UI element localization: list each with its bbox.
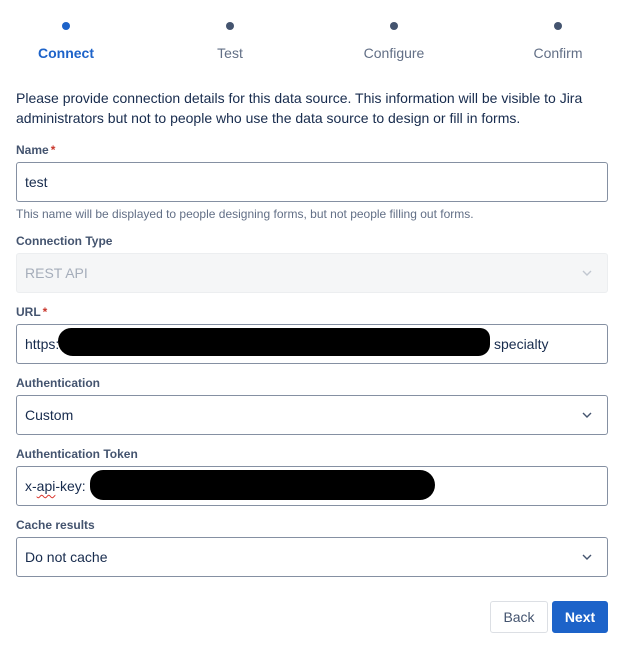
name-label: Name * bbox=[16, 143, 55, 157]
cache-results-label: Cache results bbox=[16, 518, 95, 532]
auth-token-value: x-api-key: bbox=[25, 478, 86, 494]
url-redaction bbox=[58, 328, 490, 356]
url-label: URL * bbox=[16, 305, 47, 319]
name-input-value: test bbox=[25, 174, 48, 190]
chevron-down-icon bbox=[582, 412, 592, 418]
back-button[interactable]: Back bbox=[490, 601, 548, 633]
auth-token-label: Authentication Token bbox=[16, 447, 138, 461]
step-label: Confirm bbox=[533, 45, 583, 61]
step-confirm: Confirm bbox=[488, 20, 628, 61]
cache-results-select[interactable]: Do not cache bbox=[16, 537, 608, 577]
step-label: Connect bbox=[38, 45, 94, 61]
authentication-select[interactable]: Custom bbox=[16, 395, 608, 435]
name-helper-text: This name will be displayed to people de… bbox=[16, 207, 474, 221]
step-label: Configure bbox=[363, 45, 425, 61]
url-value-prefix: https: bbox=[25, 336, 60, 352]
auth-token-misspelled: api bbox=[36, 478, 56, 494]
connection-type-label: Connection Type bbox=[16, 234, 113, 248]
connection-type-value: REST API bbox=[25, 265, 88, 281]
required-marker: * bbox=[50, 143, 56, 157]
cache-results-value: Do not cache bbox=[25, 549, 108, 565]
step-connect: Connect bbox=[0, 20, 136, 61]
step-dot bbox=[226, 22, 234, 30]
name-label-text: Name bbox=[16, 143, 49, 157]
auth-token-rest: -key: bbox=[55, 478, 86, 494]
intro-text: Please provide connection details for th… bbox=[16, 90, 583, 126]
step-configure: Configure bbox=[324, 20, 464, 61]
name-input[interactable]: test bbox=[16, 162, 608, 202]
auth-token-redaction bbox=[90, 470, 435, 500]
step-dot bbox=[554, 22, 562, 30]
step-label: Test bbox=[217, 45, 243, 61]
step-dot bbox=[390, 22, 398, 30]
step-test: Test bbox=[160, 20, 300, 61]
authentication-value: Custom bbox=[25, 407, 74, 423]
url-label-text: URL bbox=[16, 305, 41, 319]
connection-type-select: REST API bbox=[16, 253, 608, 293]
url-value-suffix: specialty bbox=[494, 336, 549, 352]
auth-token-prefix: x- bbox=[25, 478, 37, 494]
next-button[interactable]: Next bbox=[552, 601, 608, 633]
chevron-down-icon bbox=[582, 270, 592, 276]
authentication-label: Authentication bbox=[16, 376, 100, 390]
progress-stepper: Connect Test Configure Confirm bbox=[0, 0, 630, 70]
required-marker: * bbox=[42, 305, 48, 319]
chevron-down-icon bbox=[582, 554, 592, 560]
step-dot bbox=[62, 22, 70, 30]
